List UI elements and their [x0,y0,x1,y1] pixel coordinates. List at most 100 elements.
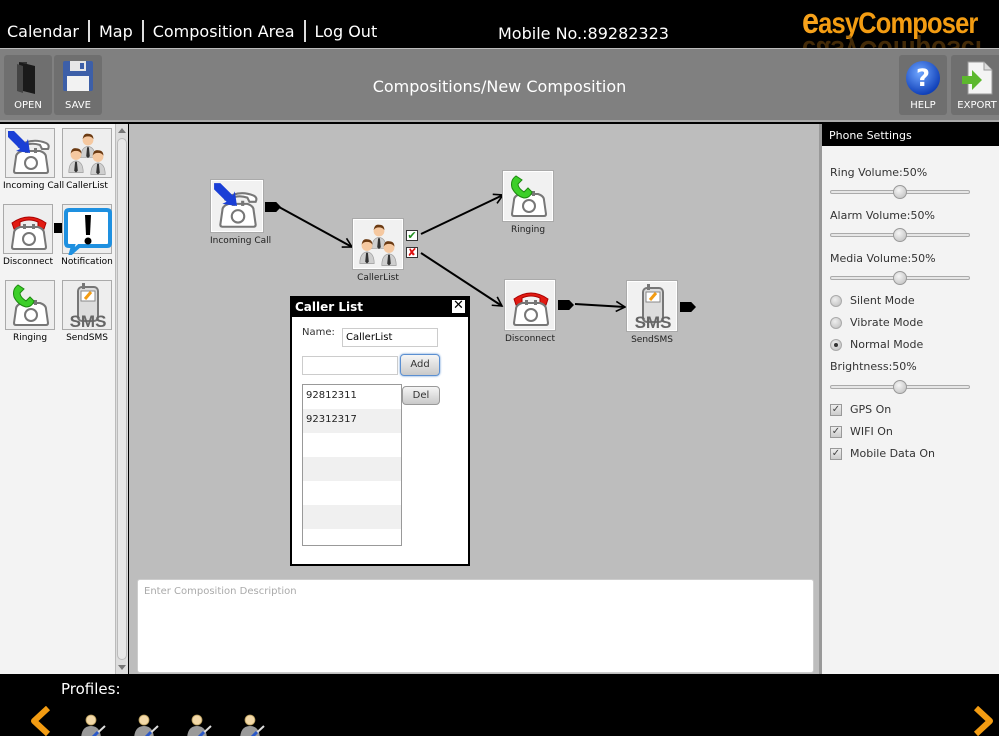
palette-item-label: Notification [61,257,113,267]
vibrate-mode-radio[interactable]: Vibrate Mode [830,316,923,329]
list-item[interactable] [303,505,401,529]
phone-number-input[interactable] [302,356,398,375]
previous-arrow-icon[interactable] [30,706,52,736]
description-area [129,576,819,674]
radio-button[interactable] [830,316,842,329]
list-item[interactable] [303,481,401,505]
help-label: HELP [910,100,936,111]
profiles-bar: Profiles: [0,674,999,736]
palette-item-disconnect[interactable]: Disconnect [1,204,70,267]
nav-calendar[interactable]: Calendar [7,22,79,41]
output-port[interactable] [265,202,281,212]
node-sendsms[interactable]: SendSMS [625,281,696,345]
checkbox-label: GPS On [850,403,892,416]
node-disconnect[interactable]: Disconnect [503,280,574,344]
scroll-up-arrow-icon[interactable] [118,128,126,133]
composition-description-input[interactable] [137,579,814,673]
node-callerlist[interactable]: ✔ ✘ CallerList [351,219,418,283]
list-item[interactable] [303,529,401,545]
brightness-slider[interactable] [830,380,970,394]
wifi-checkbox[interactable]: ✓ WIFI On [830,425,893,438]
node-label: CallerList [357,273,399,283]
export-button[interactable]: EXPORT [951,55,999,115]
help-button[interactable]: ? HELP [899,55,947,115]
caller-list-name-input[interactable] [342,328,438,347]
palette-item-label: CallerList [66,181,108,191]
svg-text:?: ? [916,64,930,92]
ring-volume-slider[interactable] [830,185,970,199]
media-volume-slider[interactable] [830,271,970,285]
profile-icon[interactable] [184,714,214,736]
match-port[interactable]: ✔ [406,230,418,241]
node-label: SendSMS [631,335,673,345]
nav-map[interactable]: Map [99,22,133,41]
slider-knob[interactable] [893,380,907,394]
palette-scrollbar[interactable] [115,124,128,674]
list-item[interactable]: 92312317 [303,409,401,433]
node-incoming-call[interactable]: Incoming Call [210,180,281,246]
node-label: Ringing [510,225,546,235]
close-icon[interactable]: ✕ [451,299,466,314]
incoming-call-icon [212,181,264,233]
scroll-down-arrow-icon[interactable] [118,665,126,670]
radio-button[interactable] [830,338,842,351]
no-match-port[interactable]: ✘ [406,247,418,258]
palette-item-sendsms[interactable]: SendSMS [60,280,114,343]
profile-icon[interactable] [237,714,267,736]
palette-item-label: Ringing [12,333,48,343]
list-item[interactable] [303,433,401,457]
list-item[interactable] [303,457,401,481]
media-volume-label: Media Volume:50% [830,252,936,265]
palette-item-label: SendSMS [66,333,108,343]
palette-item-ringing[interactable]: Ringing [3,280,57,343]
disconnect-icon [4,205,54,255]
radio-button[interactable] [830,294,842,307]
profile-icon[interactable] [78,714,108,736]
nav-composition-area[interactable]: Composition Area [153,22,295,41]
wire-incoming-to-callerlist[interactable] [278,206,354,248]
palette-item-notification[interactable]: Notification [60,204,114,267]
nav-separator [141,20,144,42]
alarm-volume-label: Alarm Volume:50% [830,209,935,222]
open-label: OPEN [14,100,42,111]
radio-label: Silent Mode [850,294,915,307]
radio-label: Vibrate Mode [850,316,924,329]
dialog-title-bar[interactable]: Caller List ✕ [292,298,468,317]
top-bar: Calendar Map Composition Area Log Out Mo… [0,0,999,48]
caller-list-dialog: Caller List ✕ Name: Add 92812311 9231231… [290,296,470,566]
mobile-number: Mobile No.:89282323 [498,24,669,43]
alarm-volume-slider[interactable] [830,228,970,242]
profile-icon[interactable] [131,714,161,736]
profiles-label: Profiles: [61,680,121,698]
scrollbar-thumb[interactable] [117,138,127,660]
gps-checkbox[interactable]: ✓ GPS On [830,403,891,416]
normal-mode-radio[interactable]: Normal Mode [830,338,923,351]
dialog-title: Caller List [295,300,364,314]
next-arrow-icon[interactable] [972,706,994,736]
mobile-data-checkbox[interactable]: ✓ Mobile Data On [830,447,935,460]
delete-number-button[interactable]: Del [402,386,440,405]
caller-list-icon [63,129,113,179]
caller-number-list[interactable]: 92812311 92312317 [302,384,402,546]
slider-knob[interactable] [893,271,907,285]
checkbox[interactable]: ✓ [830,403,842,416]
checkbox[interactable]: ✓ [830,425,842,438]
help-icon: ? [906,61,940,95]
output-port[interactable] [558,300,574,310]
list-item[interactable]: 92812311 [303,385,401,409]
caller-list-icon [354,220,404,270]
composition-canvas[interactable]: Incoming Call ✔ ✘ CallerList Ringing Dis… [129,124,819,576]
palette-item-callerlist[interactable]: CallerList [60,128,114,191]
wire-callerlist-to-ringing[interactable] [420,193,505,235]
palette-item-label: Incoming Call [3,181,65,191]
silent-mode-radio[interactable]: Silent Mode [830,294,915,307]
add-number-button[interactable]: Add [400,354,440,376]
slider-knob[interactable] [893,228,907,242]
checkbox[interactable]: ✓ [830,447,842,460]
slider-knob[interactable] [893,185,907,199]
node-ringing[interactable]: Ringing [501,171,555,235]
palette-item-incoming-call[interactable]: Incoming Call [3,128,65,191]
wire-disconnect-to-sendsms[interactable] [574,300,627,313]
nav-log-out[interactable]: Log Out [315,22,378,41]
output-port[interactable] [680,302,696,312]
